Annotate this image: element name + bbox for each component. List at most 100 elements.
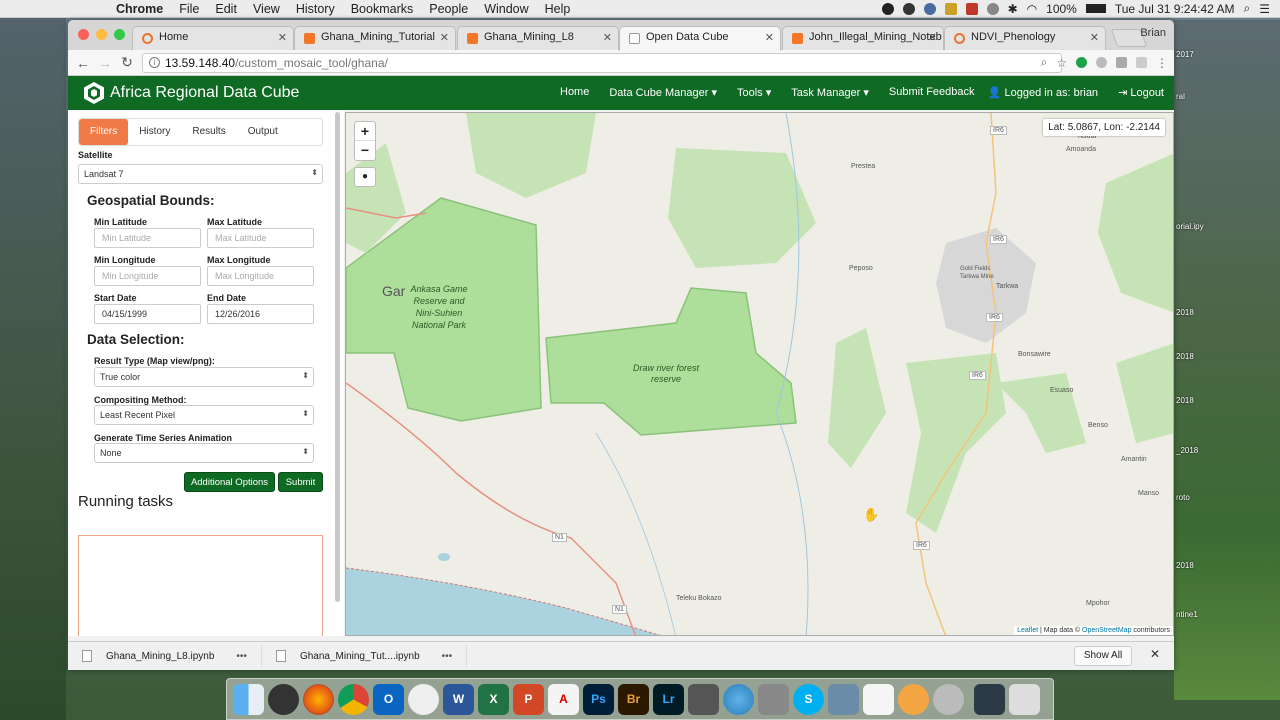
photoshop-icon[interactable]: Ps: [583, 683, 614, 715]
end-date-input[interactable]: [207, 304, 314, 324]
start-date-input[interactable]: [94, 304, 201, 324]
zoom-window-button[interactable]: [114, 29, 125, 40]
dashboard-icon[interactable]: [268, 683, 299, 715]
tab-ghana-mining-l8[interactable]: Ghana_Mining_L8 ✕: [457, 26, 619, 50]
additional-options-button[interactable]: Additional Options: [184, 472, 275, 492]
tab-close-icon[interactable]: ✕: [928, 31, 937, 44]
brand[interactable]: Africa Regional Data Cube: [82, 81, 299, 105]
extension-green-icon[interactable]: [1076, 57, 1087, 68]
leaflet-link[interactable]: Leaflet: [1017, 627, 1038, 634]
firefox-icon[interactable]: [303, 683, 334, 715]
min-latitude-input[interactable]: [94, 228, 201, 248]
tab-close-icon[interactable]: ✕: [1090, 31, 1099, 44]
pro-app-icon[interactable]: [933, 683, 964, 715]
excel-icon[interactable]: X: [478, 683, 509, 715]
minimize-window-button[interactable]: [96, 29, 107, 40]
menu-history[interactable]: History: [288, 2, 343, 16]
thunderbird-icon[interactable]: [408, 683, 439, 715]
bluetooth-icon[interactable]: ✱: [1008, 2, 1018, 16]
download-item[interactable]: Ghana_Mining_L8.ipynb •••: [68, 645, 262, 667]
battery-percent[interactable]: 100%: [1046, 2, 1077, 16]
bridge-icon[interactable]: Br: [618, 683, 649, 715]
screen-icon[interactable]: [974, 683, 1005, 715]
address-bar[interactable]: i 13.59.148.40/custom_mosaic_tool/ghana/: [142, 53, 1062, 73]
tab-filters[interactable]: Filters: [79, 119, 129, 145]
extension-gray-icon[interactable]: [1096, 57, 1107, 68]
tab-output[interactable]: Output: [237, 119, 289, 145]
nav-task-manager[interactable]: Task Manager ▾: [781, 86, 879, 99]
preview-icon[interactable]: [758, 683, 789, 715]
photos-icon[interactable]: [898, 683, 929, 715]
skype-icon[interactable]: S: [793, 683, 824, 715]
nav-tools[interactable]: Tools ▾: [727, 86, 781, 99]
zoom-out-button[interactable]: −: [355, 141, 375, 160]
osm-link[interactable]: OpenStreetMap: [1082, 627, 1131, 634]
extension-box-icon[interactable]: [1136, 57, 1147, 68]
menu-window[interactable]: Window: [476, 2, 536, 16]
location-pin-icon[interactable]: ●: [354, 167, 376, 187]
bookmark-star-icon[interactable]: ☆: [1056, 56, 1067, 70]
spotlight-search-icon[interactable]: ⌕: [1244, 1, 1251, 16]
tab-close-icon[interactable]: ✕: [278, 31, 287, 44]
forward-arrow-icon[interactable]: →: [94, 55, 116, 71]
extension-square-icon[interactable]: [1116, 57, 1127, 68]
battery-icon[interactable]: [1085, 4, 1106, 13]
tab-open-data-cube[interactable]: Open Data Cube ✕: [619, 26, 781, 51]
shield-icon[interactable]: [944, 2, 957, 15]
panel-scrollbar[interactable]: [335, 112, 340, 602]
max-latitude-input[interactable]: [207, 228, 314, 248]
zoom-in-button[interactable]: +: [355, 122, 375, 141]
trash-icon[interactable]: [1009, 683, 1040, 715]
nav-logout[interactable]: ⇥ Logout: [1108, 86, 1174, 99]
tab-close-icon[interactable]: ✕: [765, 31, 774, 44]
more-options-icon[interactable]: •••: [442, 651, 453, 662]
tab-ndvi-phenology[interactable]: NDVI_Phenology ✕: [944, 26, 1106, 50]
zoom-magnifier-icon[interactable]: ⌕: [1041, 55, 1048, 70]
download-item[interactable]: Ghana_Mining_Tut....ipynb •••: [262, 645, 468, 667]
profile-button[interactable]: Brian: [1140, 27, 1166, 39]
notification-center-icon[interactable]: ☰: [1259, 2, 1270, 16]
finder-icon[interactable]: [233, 683, 264, 715]
image-capture-icon[interactable]: [828, 683, 859, 715]
status-circle-icon[interactable]: [881, 2, 894, 15]
clock[interactable]: Tue Jul 31 9:24:42 AM: [1115, 2, 1235, 16]
chrome-icon[interactable]: [338, 683, 369, 715]
tab-home[interactable]: Home ✕: [132, 26, 294, 50]
menu-bookmarks[interactable]: Bookmarks: [343, 2, 422, 16]
word-icon[interactable]: W: [443, 683, 474, 715]
tab-history[interactable]: History: [128, 119, 181, 145]
min-longitude-input[interactable]: [94, 266, 201, 286]
nav-submit-feedback[interactable]: Submit Feedback: [879, 86, 985, 99]
outlook-icon[interactable]: O: [373, 683, 404, 715]
tab-john-illegal-mining[interactable]: John_Illegal_Mining_Noteb ✕: [782, 26, 944, 50]
chrome-menu-icon[interactable]: ⋮: [1156, 56, 1168, 70]
close-x-status-icon[interactable]: [965, 2, 978, 15]
menu-people[interactable]: People: [421, 2, 476, 16]
max-longitude-input[interactable]: [207, 266, 314, 286]
tab-close-icon[interactable]: ✕: [440, 31, 449, 44]
satellite-select[interactable]: Landsat 7 ⬍: [78, 164, 323, 184]
photo-booth-icon[interactable]: [688, 683, 719, 715]
menu-edit[interactable]: Edit: [207, 2, 245, 16]
show-all-button[interactable]: Show All: [1074, 646, 1132, 666]
chrome-extension-icon[interactable]: [923, 2, 936, 15]
info-icon[interactable]: i: [149, 57, 160, 68]
tab-close-icon[interactable]: ✕: [603, 31, 612, 44]
time-machine-icon[interactable]: [986, 2, 999, 15]
close-downloads-icon[interactable]: ✕: [1150, 647, 1160, 661]
skype-status-icon[interactable]: [902, 2, 915, 15]
animation-select[interactable]: None ⬍: [94, 443, 314, 463]
tab-ghana-mining-tutorial[interactable]: Ghana_Mining_Tutorial ✕: [294, 26, 456, 50]
nav-logged-in[interactable]: 👤 Logged in as: brian: [978, 86, 1108, 99]
menu-file[interactable]: File: [171, 2, 207, 16]
menu-help[interactable]: Help: [537, 2, 579, 16]
close-window-button[interactable]: [78, 29, 89, 40]
lightroom-icon[interactable]: Lr: [653, 683, 684, 715]
menu-app-name[interactable]: Chrome: [108, 2, 171, 16]
globe-icon[interactable]: [723, 683, 754, 715]
compositing-method-select[interactable]: Least Recent Pixel ⬍: [94, 405, 314, 425]
leaflet-map[interactable]: Prestea Amoanda Nsuta Peposo Tarkwa Gold…: [345, 112, 1174, 636]
reload-icon[interactable]: ↻: [116, 54, 138, 71]
back-arrow-icon[interactable]: ←: [72, 55, 94, 71]
textedit-icon[interactable]: [863, 683, 894, 715]
